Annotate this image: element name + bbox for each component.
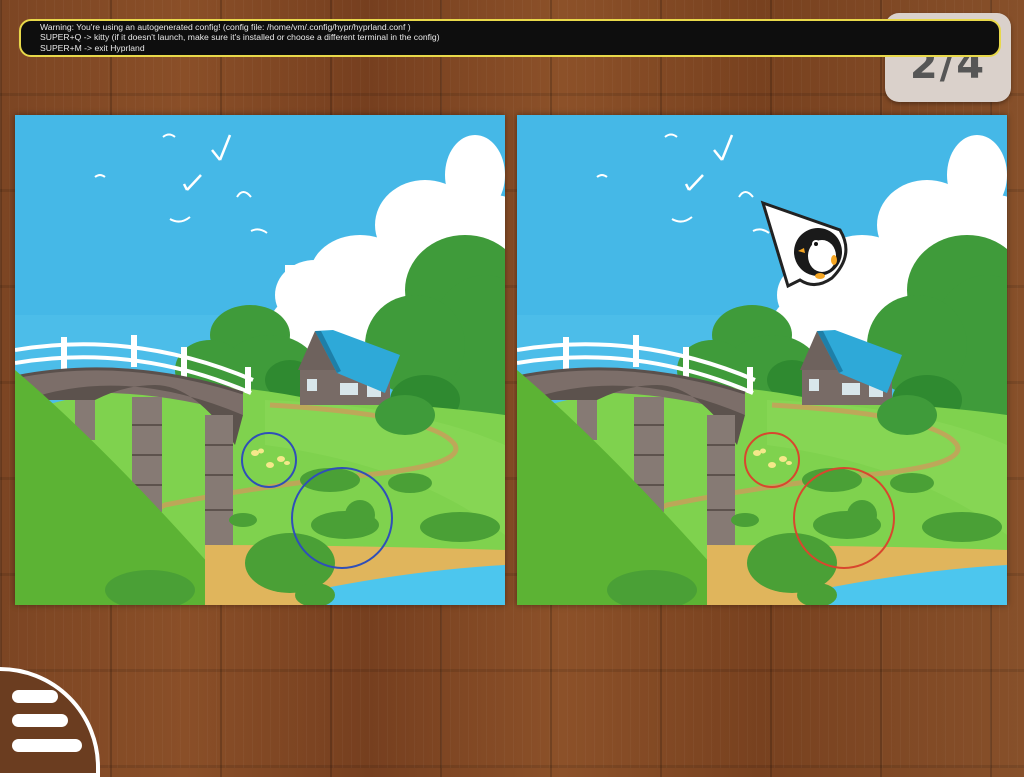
penguin-arrow-cursor-icon <box>760 200 852 290</box>
notification-line-1: Warning: You're using an autogenerated c… <box>40 22 411 32</box>
right-scene-image[interactable] <box>517 115 1007 605</box>
menu-button[interactable] <box>0 667 100 777</box>
left-scene-image[interactable] <box>15 115 505 605</box>
hyprland-warning-notification: Warning: You're using an autogenerated c… <box>19 19 1001 57</box>
right-picture-panel[interactable] <box>517 115 1007 605</box>
notification-line-2: SUPER+Q -> kitty (if it doesn't launch, … <box>40 32 440 43</box>
left-picture-panel[interactable] <box>15 115 505 605</box>
notification-line-3: SUPER+M -> exit Hyprland <box>40 42 145 53</box>
